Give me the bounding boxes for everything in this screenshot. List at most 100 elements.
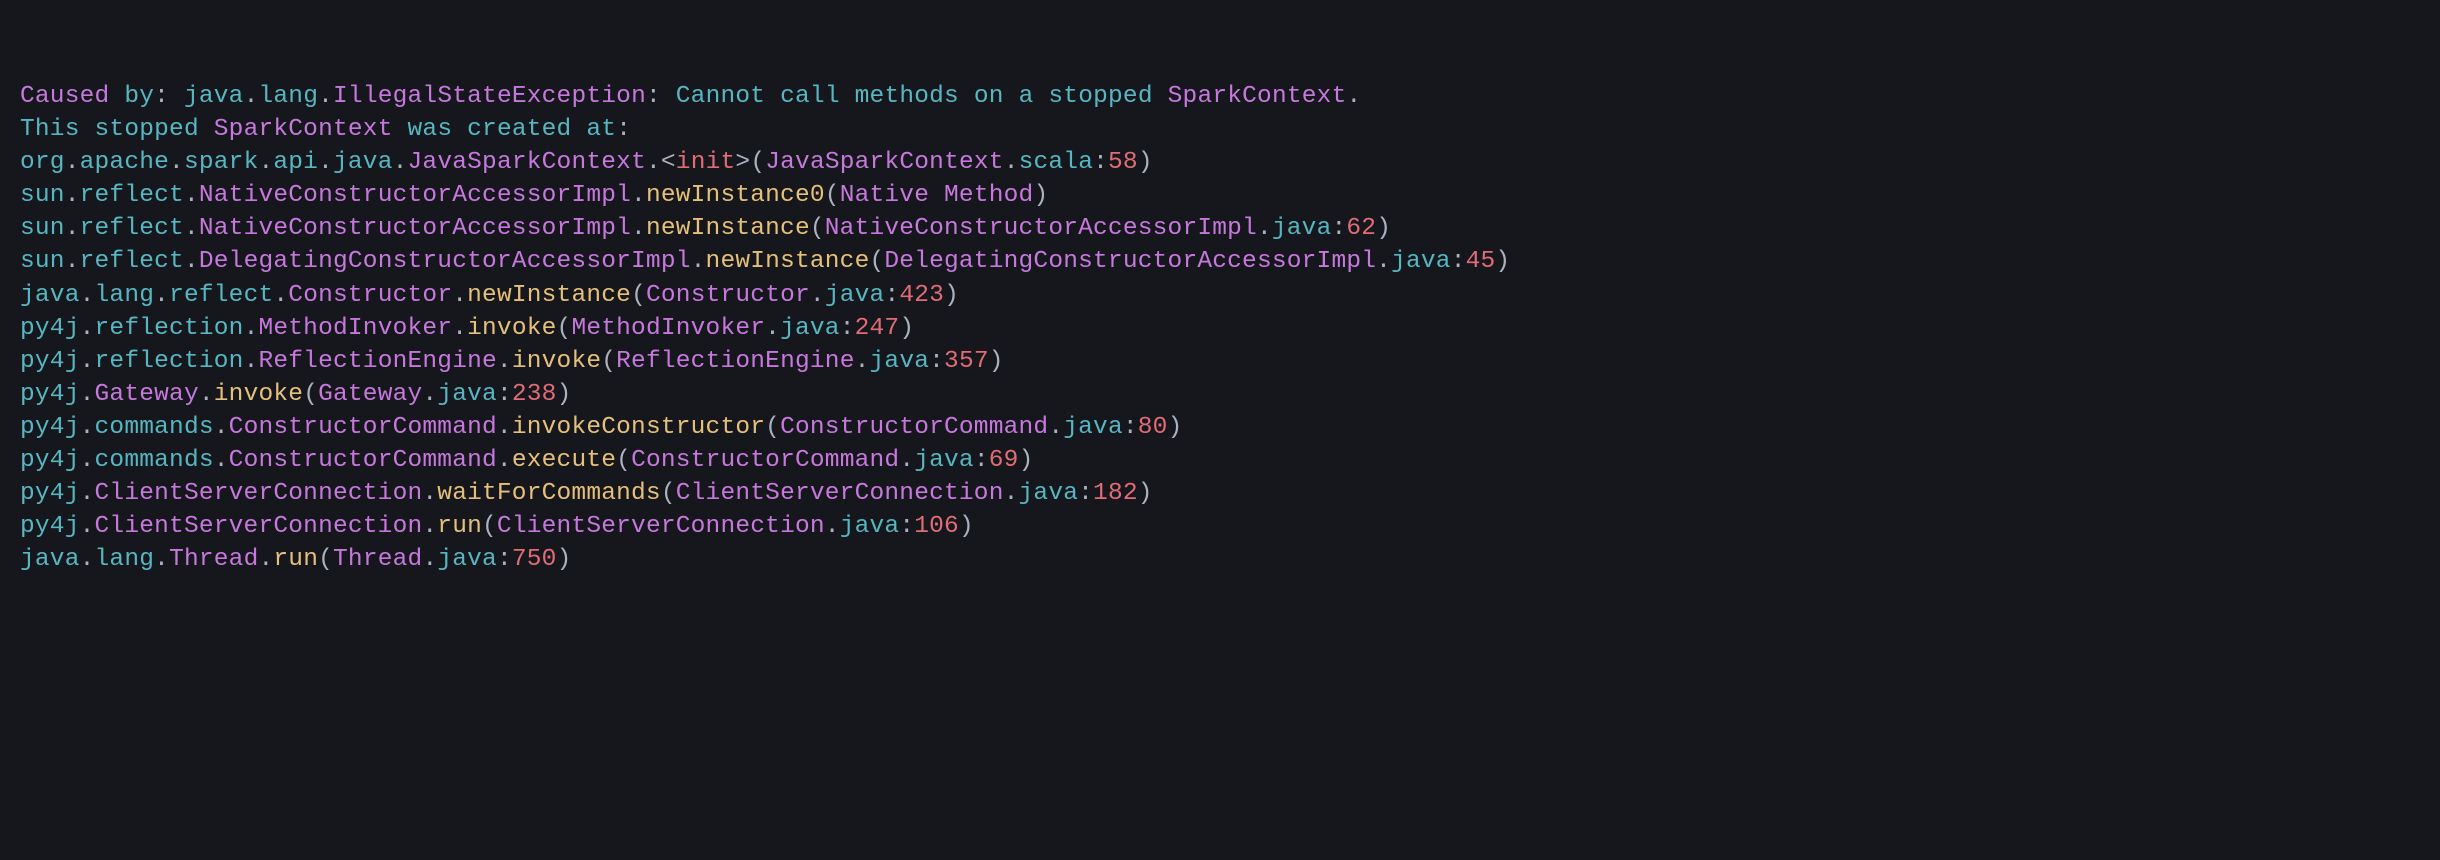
frame-line-number: 182 <box>1093 480 1138 507</box>
package-segment: reflect <box>80 215 184 242</box>
frame-method: invoke <box>512 348 601 375</box>
message-word: stopped <box>1048 83 1152 110</box>
frame-line-number: 80 <box>1138 414 1168 441</box>
frame-line-number: 247 <box>855 315 900 342</box>
package-segment: py4j <box>20 447 80 474</box>
frame-ext: java <box>1272 215 1332 242</box>
package-segment: commands <box>95 414 214 441</box>
native-word: Native <box>840 182 929 209</box>
message-word: stopped <box>95 116 199 143</box>
frame-ext: scala <box>1019 149 1094 176</box>
dot: . <box>80 282 95 309</box>
dot: . <box>244 83 259 110</box>
package-segment: py4j <box>20 513 80 540</box>
dot: . <box>80 348 95 375</box>
frame-method: execute <box>512 447 616 474</box>
frame-class: DelegatingConstructorAccessorImpl <box>199 248 691 275</box>
dot: . <box>154 282 169 309</box>
frame-method: newInstance <box>646 215 810 242</box>
dot: . <box>393 149 408 176</box>
package-segment: org <box>20 149 65 176</box>
frame-method: newInstance <box>467 282 631 309</box>
stack-frame: sun.reflect.NativeConstructorAccessorImp… <box>20 179 2420 212</box>
package-segment: lang <box>95 546 155 573</box>
frame-file: NativeConstructorAccessorImpl <box>825 215 1257 242</box>
message-word: Cannot <box>676 83 765 110</box>
package-segment: sun <box>20 215 65 242</box>
frame-ext: java <box>1019 480 1079 507</box>
package-segment: sun <box>20 182 65 209</box>
frame-ext: java <box>1063 414 1123 441</box>
package-segment: lang <box>258 83 318 110</box>
dot: . <box>65 248 80 275</box>
dot: . <box>184 248 199 275</box>
package-segment: reflection <box>95 315 244 342</box>
caused-word: Caused <box>20 83 109 110</box>
package-segment: py4j <box>20 381 80 408</box>
dot: . <box>65 149 80 176</box>
dot: . <box>184 215 199 242</box>
stack-frame: py4j.ClientServerConnection.run(ClientSe… <box>20 510 2420 543</box>
exception-header-line: Caused by: java.lang.IllegalStateExcepti… <box>20 80 2420 113</box>
dot: . <box>273 282 288 309</box>
message-word: created <box>467 116 571 143</box>
frame-file: ConstructorCommand <box>631 447 899 474</box>
stack-frame: py4j.reflection.ReflectionEngine.invoke(… <box>20 345 2420 378</box>
frame-file: Constructor <box>646 282 810 309</box>
frame-class: ReflectionEngine <box>258 348 496 375</box>
frame-class: ClientServerConnection <box>95 513 423 540</box>
stack-frame: sun.reflect.DelegatingConstructorAccesso… <box>20 245 2420 278</box>
package-segment: java <box>184 83 244 110</box>
dot: . <box>80 546 95 573</box>
dot: . <box>65 182 80 209</box>
frame-line-number: 750 <box>512 546 557 573</box>
dot: . <box>318 149 333 176</box>
package-segment: py4j <box>20 348 80 375</box>
dot: . <box>80 381 95 408</box>
dot: . <box>318 83 333 110</box>
frame-class: Constructor <box>288 282 452 309</box>
package-segment: spark <box>184 149 259 176</box>
frame-line-number: 58 <box>1108 149 1138 176</box>
frame-file: ClientServerConnection <box>497 513 825 540</box>
message-word: on <box>974 83 1004 110</box>
frame-class: MethodInvoker <box>258 315 452 342</box>
package-segment: java <box>333 149 393 176</box>
package-segment: lang <box>95 282 155 309</box>
message-word: at <box>586 116 616 143</box>
frame-line-number: 69 <box>989 447 1019 474</box>
stack-frame: java.lang.Thread.run(Thread.java:750) <box>20 543 2420 576</box>
frame-file: DelegatingConstructorAccessorImpl <box>884 248 1376 275</box>
frame-line-number: 62 <box>1346 215 1376 242</box>
frame-method: newInstance <box>706 248 870 275</box>
package-segment: java <box>20 282 80 309</box>
frame-line-number: 238 <box>512 381 557 408</box>
dot: . <box>80 480 95 507</box>
dot: . <box>244 348 259 375</box>
dot: . <box>154 546 169 573</box>
frame-class: JavaSparkContext <box>408 149 646 176</box>
frame-method: run <box>437 513 482 540</box>
exception-subheader-line: This stopped SparkContext was created at… <box>20 113 2420 146</box>
dot: . <box>65 215 80 242</box>
exception-class: IllegalStateException <box>333 83 646 110</box>
package-segment: api <box>273 149 318 176</box>
dot: . <box>214 414 229 441</box>
frame-method: newInstance0 <box>646 182 825 209</box>
stack-frame: java.lang.reflect.Constructor.newInstanc… <box>20 279 2420 312</box>
stack-frame: org.apache.spark.api.java.JavaSparkConte… <box>20 146 2420 179</box>
native-word: Method <box>944 182 1033 209</box>
frame-method: run <box>273 546 318 573</box>
frame-ext: java <box>780 315 840 342</box>
frame-class: ConstructorCommand <box>229 447 497 474</box>
dot: . <box>80 513 95 540</box>
frame-file: Thread <box>333 546 422 573</box>
package-segment: reflect <box>80 248 184 275</box>
frame-line-number: 423 <box>899 282 944 309</box>
dot: . <box>214 447 229 474</box>
package-segment: sun <box>20 248 65 275</box>
frame-file: ReflectionEngine <box>616 348 854 375</box>
message-word: methods <box>855 83 959 110</box>
frame-ext: java <box>1391 248 1451 275</box>
dot: . <box>169 149 184 176</box>
